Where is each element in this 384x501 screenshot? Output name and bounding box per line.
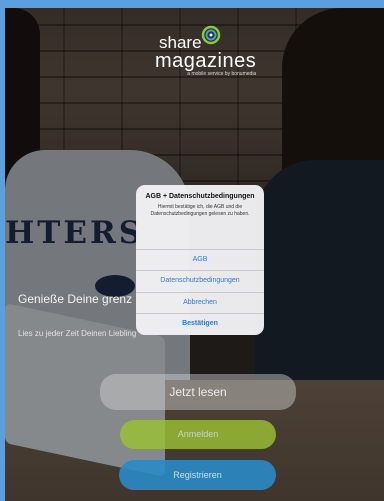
agb-button[interactable]: AGB — [136, 249, 264, 269]
logo-swirl-icon — [201, 25, 221, 45]
tagline-text: Genieße Deine grenz — [18, 292, 133, 306]
terms-dialog: AGB + Datenschutzbedingungen Hiermit bes… — [136, 185, 264, 335]
logo-subtitle: a mobile service by bonumedia — [187, 71, 257, 77]
privacy-terms-button[interactable]: Datenschutzbedingungen — [136, 270, 264, 290]
dialog-title: AGB + Datenschutzbedingungen — [145, 193, 255, 200]
dialog-message: Hiermit bestätige ich, die AGB und die D… — [150, 204, 250, 217]
confirm-button[interactable]: Bestätigen — [136, 313, 264, 333]
subline-text: Lies zu jeder Zeit Deinen Liebling — [18, 329, 137, 338]
register-button[interactable]: Registrieren — [119, 460, 276, 490]
cancel-button[interactable]: Abbrechen — [136, 292, 264, 312]
logo-magazines-text: magazines — [155, 50, 257, 72]
screen-left-edge — [0, 0, 5, 501]
read-now-button[interactable]: Jetzt lesen — [100, 374, 296, 410]
login-button[interactable]: Anmelden — [120, 420, 276, 449]
app-screen: HTERS share magazines a mobile service b… — [0, 0, 384, 501]
screen-top-edge — [0, 0, 384, 8]
